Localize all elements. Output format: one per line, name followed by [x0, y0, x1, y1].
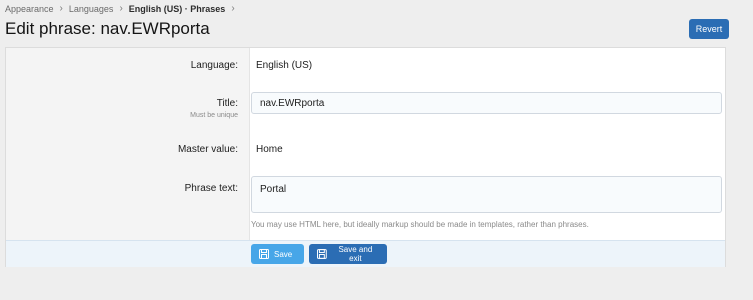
chevron-right-icon: ›	[231, 3, 235, 14]
phrase-text-label: Phrase text:	[184, 183, 238, 194]
breadcrumb-languages[interactable]: Languages	[69, 4, 114, 14]
master-value-label: Master value:	[177, 144, 238, 155]
breadcrumb: Appearance › Languages › English (US) · …	[5, 3, 241, 14]
phrase-text-explain: You may use HTML here, but ideally marku…	[251, 220, 589, 229]
save-and-exit-button-label: Save and exit	[338, 245, 373, 263]
title-input[interactable]	[251, 92, 722, 114]
phrase-text-input[interactable]: Portal	[251, 176, 722, 213]
revert-button[interactable]: Revert	[689, 19, 729, 39]
page-title: Edit phrase: nav.EWRporta	[5, 19, 210, 38]
language-label: Language:	[190, 60, 238, 71]
title-label: Title:	[216, 98, 238, 109]
chevron-right-icon: ›	[59, 3, 63, 14]
floppy-disk-icon	[317, 249, 327, 259]
breadcrumb-phrases[interactable]: English (US) · Phrases	[129, 4, 226, 14]
edit-phrase-form: Language: English (US) Title: Must be un…	[5, 47, 726, 267]
title-hint: Must be unique	[190, 112, 238, 119]
chevron-right-icon: ›	[119, 3, 123, 14]
save-and-exit-button[interactable]: Save and exit	[309, 244, 387, 264]
master-value: Home	[256, 144, 283, 155]
floppy-disk-icon	[259, 249, 269, 259]
save-button-label: Save	[274, 249, 293, 259]
save-button[interactable]: Save	[251, 244, 304, 264]
breadcrumb-appearance[interactable]: Appearance	[5, 4, 54, 14]
form-submit-row: Save Save and exit	[6, 240, 725, 267]
language-value: English (US)	[256, 60, 313, 71]
